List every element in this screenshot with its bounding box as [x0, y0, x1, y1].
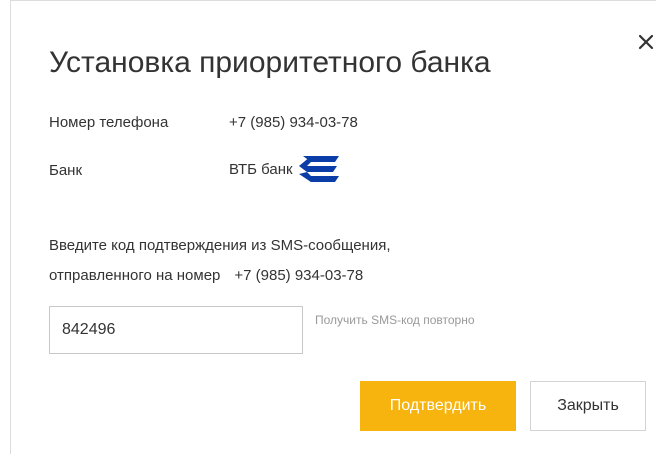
bank-value: ВТБ банк: [229, 154, 341, 186]
sms-code-input[interactable]: [49, 306, 303, 354]
close-button[interactable]: Закрыть: [530, 381, 646, 431]
close-icon[interactable]: [635, 31, 656, 53]
sms-instruction: Введите код подтверждения из SMS-сообщен…: [49, 231, 390, 291]
resend-sms-link[interactable]: Получить SMS-код повторно: [315, 312, 475, 328]
phone-value-text: +7 (985) 934-03-78: [229, 114, 358, 131]
instruction-phone: +7 (985) 934-03-78: [234, 267, 364, 284]
dialog-title: Установка приоритетного банка: [49, 46, 491, 79]
vtb-logo-icon: [298, 156, 339, 182]
phone-value: +7 (985) 934-03-78: [229, 113, 358, 133]
priority-bank-dialog: Установка приоритетного банка Номер теле…: [10, 0, 656, 454]
phone-label: Номер телефона: [49, 114, 169, 131]
instruction-line-1: Введите код подтверждения из SMS-сообщен…: [49, 237, 391, 254]
bank-name: ВТБ банк: [229, 161, 293, 178]
bank-label: Банк: [49, 162, 83, 179]
confirm-button[interactable]: Подтвердить: [360, 381, 516, 431]
instruction-line-2-text: отправленного на номер: [49, 267, 221, 284]
instruction-line-2: отправленного на номер +7 (985) 934-03-78: [49, 261, 390, 291]
